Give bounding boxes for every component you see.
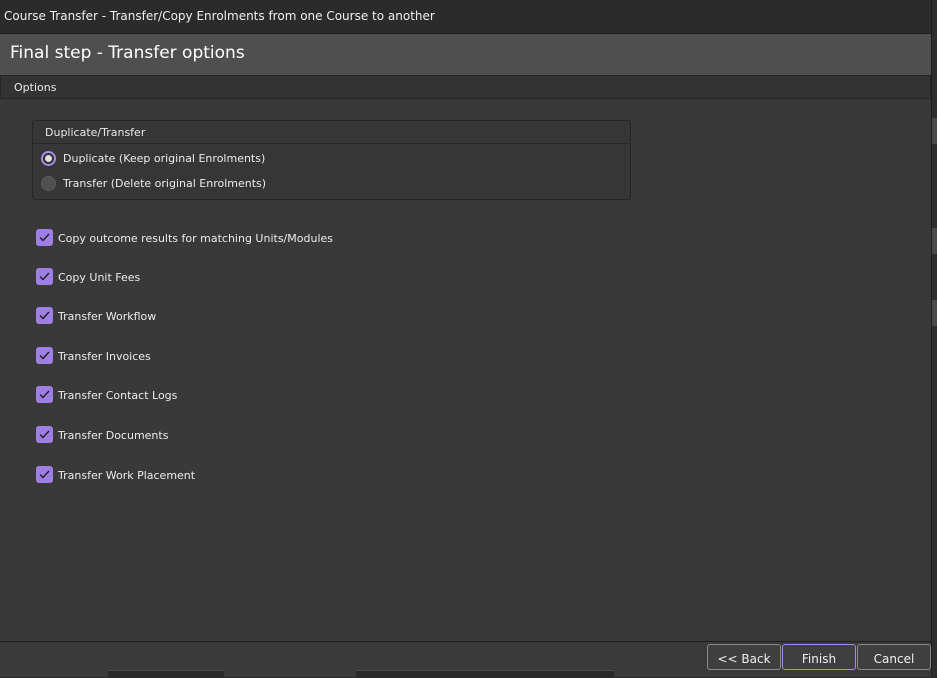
radio-duplicate[interactable]: Duplicate (Keep original Enrolments) [41,151,441,169]
group-title: Duplicate/Transfer [45,126,146,139]
checkbox-transfer-documents[interactable]: Transfer Documents [36,426,436,444]
checkbox-copy-unit-fees[interactable]: Copy Unit Fees [36,268,436,286]
cancel-button[interactable]: Cancel [857,644,931,670]
background-window-fragment [356,670,614,678]
radio-duplicate-label[interactable]: Duplicate (Keep original Enrolments) [63,152,265,165]
options-label: Options [14,81,57,94]
background-window-edge [932,0,937,676]
radio-selected-indicator[interactable] [41,151,56,166]
checkbox-label[interactable]: Transfer Invoices [58,350,151,363]
checkbox-label[interactable]: Transfer Work Placement [58,469,195,482]
group-title-bar: Duplicate/Transfer [33,121,630,144]
title-bar[interactable]: Course Transfer - Transfer/Copy Enrolmen… [0,0,931,34]
background-mark [932,118,937,144]
checkbox-checked-icon[interactable] [36,307,53,324]
checkbox-checked-icon[interactable] [36,229,53,246]
options-section-header: Options [0,76,931,99]
checkbox-checked-icon[interactable] [36,268,53,285]
checkbox-copy-outcome-results[interactable]: Copy outcome results for matching Units/… [36,229,436,247]
background-mark [932,300,937,326]
checkbox-transfer-work-placement[interactable]: Transfer Work Placement [36,466,436,484]
finish-button[interactable]: Finish [782,644,856,670]
checkbox-transfer-workflow[interactable]: Transfer Workflow [36,307,436,325]
checkbox-checked-icon[interactable] [36,466,53,483]
radio-transfer[interactable]: Transfer (Delete original Enrolments) [41,176,441,194]
step-title: Final step - Transfer options [10,43,245,63]
checkbox-checked-icon[interactable] [36,347,53,364]
checkbox-label[interactable]: Transfer Workflow [58,310,156,323]
checkbox-transfer-invoices[interactable]: Transfer Invoices [36,347,436,365]
radio-transfer-label[interactable]: Transfer (Delete original Enrolments) [63,177,266,190]
background-mark [932,228,937,254]
checkbox-label[interactable]: Copy Unit Fees [58,271,140,284]
duplicate-transfer-group: Duplicate/Transfer Duplicate (Keep origi… [32,120,631,200]
radio-unselected-indicator[interactable] [41,176,56,191]
back-button[interactable]: << Back [707,644,781,670]
checkbox-label[interactable]: Transfer Documents [58,429,168,442]
checkbox-label[interactable]: Copy outcome results for matching Units/… [58,232,333,245]
checkbox-checked-icon[interactable] [36,426,53,443]
window-title: Course Transfer - Transfer/Copy Enrolmen… [4,9,435,23]
course-transfer-dialog: Course Transfer - Transfer/Copy Enrolmen… [0,0,932,678]
step-header: Final step - Transfer options [0,34,931,76]
button-bar: << Back Finish Cancel [0,641,931,678]
checkbox-checked-icon[interactable] [36,386,53,403]
background-window-fragment [108,670,224,678]
checkbox-transfer-contact-logs[interactable]: Transfer Contact Logs [36,386,436,404]
checkbox-label[interactable]: Transfer Contact Logs [58,389,177,402]
